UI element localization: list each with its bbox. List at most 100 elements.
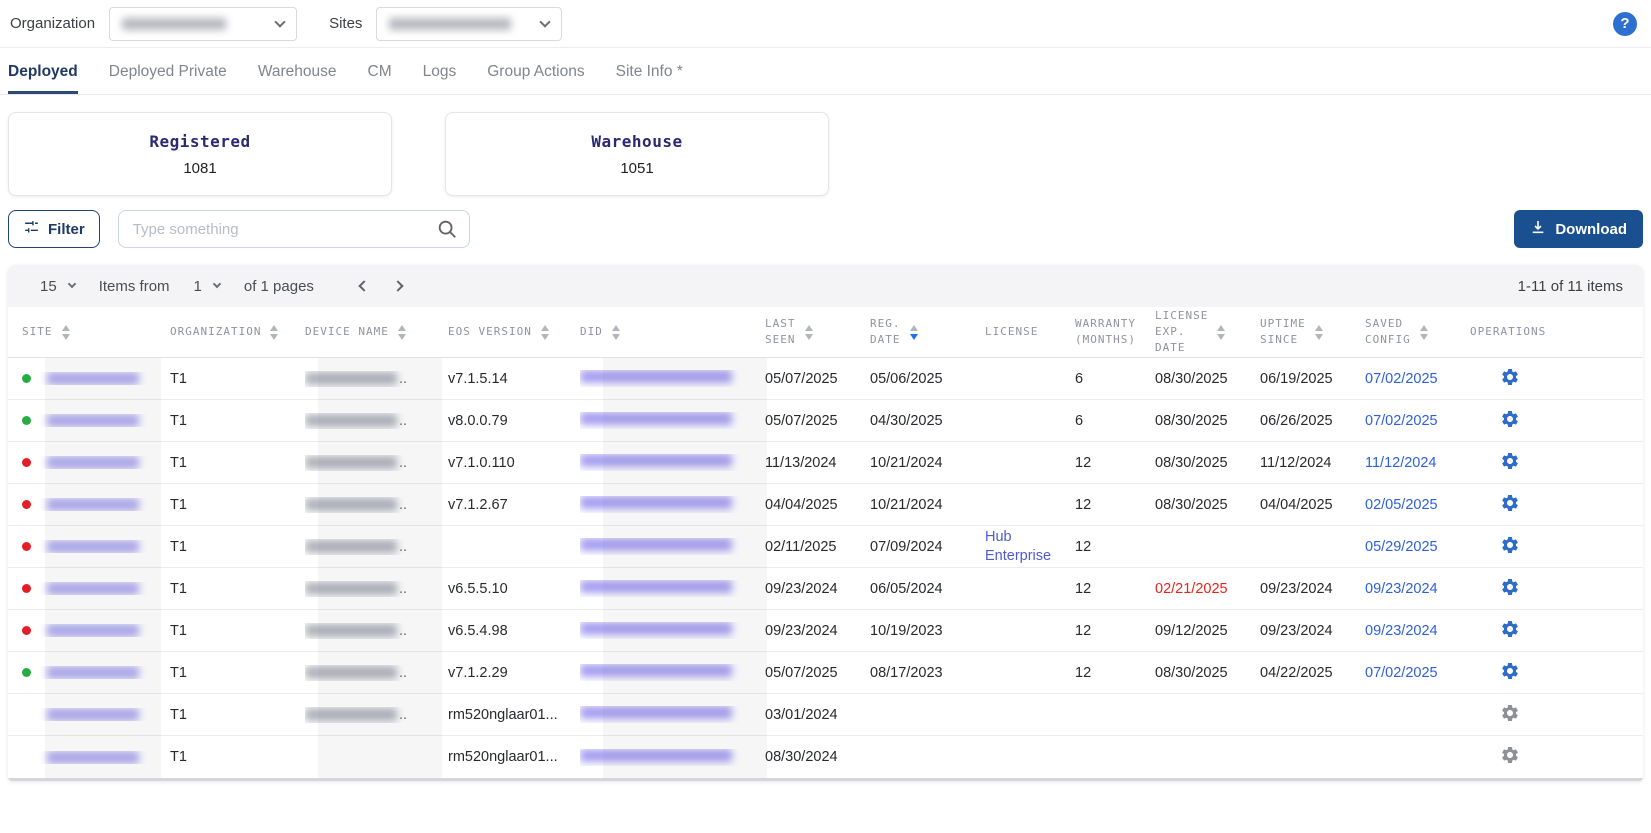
status-dot-green <box>22 374 31 383</box>
site-link-redacted[interactable] <box>47 372 139 385</box>
saved-config-link[interactable]: 11/12/2024 <box>1365 455 1437 471</box>
settings-gear-icon[interactable] <box>1500 451 1520 471</box>
settings-gear-icon[interactable] <box>1500 619 1520 639</box>
cell-eos-version: rm520nglaar01... <box>448 707 580 723</box>
site-link-redacted[interactable] <box>47 456 139 469</box>
column-header-eos[interactable]: EOS VERSION <box>448 324 580 340</box>
sort-asc-icon <box>1420 325 1428 331</box>
site-link-redacted[interactable] <box>47 666 139 679</box>
did-link-redacted[interactable] <box>580 706 732 719</box>
column-header-label: REG. DATE <box>870 316 901 348</box>
site-link-redacted[interactable] <box>47 540 139 553</box>
cell-organization: T1 <box>170 665 305 681</box>
column-header-did[interactable]: DID <box>580 324 765 340</box>
did-link-redacted[interactable] <box>580 412 732 425</box>
saved-config-link[interactable]: 05/29/2025 <box>1365 539 1438 555</box>
saved-config-link[interactable]: 02/05/2025 <box>1365 497 1438 513</box>
prev-page-button[interactable] <box>360 282 368 290</box>
sort-arrows-icon[interactable] <box>62 325 70 340</box>
status-dot-green <box>22 668 31 677</box>
column-header-saved-config[interactable]: SAVED CONFIG <box>1365 316 1470 348</box>
table-row: T1..v6.5.5.1009/23/202406/05/20241202/21… <box>8 568 1643 610</box>
search-input[interactable] <box>118 210 470 248</box>
help-icon[interactable]: ? <box>1613 12 1637 36</box>
did-link-redacted[interactable] <box>580 622 732 635</box>
sort-arrows-icon[interactable] <box>805 325 813 340</box>
cell-saved-config: 07/02/2025 <box>1365 371 1470 387</box>
column-header-uptime-since[interactable]: UPTIME SINCE <box>1260 316 1365 348</box>
organization-select[interactable] <box>109 7 297 41</box>
column-header-org[interactable]: ORGANIZATION <box>170 324 305 340</box>
settings-gear-icon[interactable] <box>1500 493 1520 513</box>
sort-arrows-icon[interactable] <box>541 325 549 340</box>
did-link-redacted[interactable] <box>580 454 732 467</box>
sites-select[interactable] <box>376 7 562 41</box>
tab-site-info[interactable]: Site Info * <box>616 51 683 94</box>
tab-deployed[interactable]: Deployed <box>8 51 78 94</box>
cell-site <box>22 582 170 595</box>
sort-arrows-icon[interactable] <box>1217 325 1225 340</box>
page-select[interactable]: 1 <box>194 278 220 295</box>
did-link-redacted[interactable] <box>580 749 732 762</box>
saved-config-link[interactable]: 09/23/2024 <box>1365 581 1438 597</box>
cell-license: Hub Enterprise <box>985 528 1075 564</box>
download-button[interactable]: Download <box>1514 210 1643 248</box>
column-header-site[interactable]: SITE <box>22 324 170 340</box>
column-header-label: WARRANTY (MONTHS) <box>1075 316 1136 348</box>
settings-gear-icon[interactable] <box>1500 367 1520 387</box>
cell-last-seen: 09/23/2024 <box>765 623 870 639</box>
site-link-redacted[interactable] <box>47 414 139 427</box>
settings-gear-icon[interactable] <box>1500 409 1520 429</box>
tab-warehouse[interactable]: Warehouse <box>258 51 337 94</box>
table-row: T1..v7.1.2.2905/07/202508/17/20231208/30… <box>8 652 1643 694</box>
settings-gear-icon[interactable] <box>1500 745 1520 765</box>
site-link-redacted[interactable] <box>47 624 139 637</box>
site-link-redacted[interactable] <box>47 582 139 595</box>
column-header-reg-date[interactable]: REG. DATE <box>870 316 985 348</box>
settings-gear-icon[interactable] <box>1500 577 1520 597</box>
did-link-redacted[interactable] <box>580 370 732 383</box>
column-header-label: ORGANIZATION <box>170 324 261 340</box>
did-link-redacted[interactable] <box>580 664 732 677</box>
tab-deployed-private[interactable]: Deployed Private <box>109 51 227 94</box>
column-header-device[interactable]: DEVICE NAME <box>305 324 448 340</box>
sort-arrows-icon[interactable] <box>270 325 278 340</box>
site-link-redacted[interactable] <box>47 708 139 721</box>
summary-cards: Registered1081Warehouse1051 <box>8 112 1643 196</box>
settings-gear-icon[interactable] <box>1500 703 1520 723</box>
of-pages-label: of 1 pages <box>244 278 314 295</box>
cell-saved-config: 07/02/2025 <box>1365 665 1470 681</box>
filter-button[interactable]: Filter <box>8 210 100 248</box>
sort-arrows-icon[interactable] <box>398 325 406 340</box>
column-header-license-exp[interactable]: LICENSE EXP. DATE <box>1155 308 1260 356</box>
tab-logs[interactable]: Logs <box>423 51 457 94</box>
saved-config-link[interactable]: 07/02/2025 <box>1365 371 1438 387</box>
settings-gear-icon[interactable] <box>1500 661 1520 681</box>
did-link-redacted[interactable] <box>580 496 732 509</box>
sort-arrows-icon[interactable] <box>1315 325 1323 340</box>
cell-license-exp-date: 08/30/2025 <box>1155 665 1260 681</box>
saved-config-link[interactable]: 07/02/2025 <box>1365 665 1438 681</box>
sort-arrows-icon[interactable] <box>1420 325 1428 340</box>
did-link-redacted[interactable] <box>580 580 732 593</box>
page-size-select[interactable]: 15 <box>40 278 75 295</box>
saved-config-link[interactable]: 07/02/2025 <box>1365 413 1438 429</box>
site-link-redacted[interactable] <box>47 498 139 511</box>
column-header-last-seen[interactable]: LAST SEEN <box>765 316 870 348</box>
tab-cm[interactable]: CM <box>368 51 392 94</box>
license-link[interactable]: Hub Enterprise <box>985 528 1067 564</box>
search-icon[interactable] <box>436 218 458 245</box>
cell-warranty-months: 12 <box>1075 497 1155 513</box>
saved-config-link[interactable]: 09/23/2024 <box>1365 623 1438 639</box>
cell-last-seen: 08/30/2024 <box>765 749 870 765</box>
summary-card-registered: Registered1081 <box>8 112 392 196</box>
next-page-button[interactable] <box>394 282 402 290</box>
site-link-redacted[interactable] <box>47 751 139 764</box>
cell-site <box>22 498 170 511</box>
did-link-redacted[interactable] <box>580 538 732 551</box>
sort-arrows-icon[interactable] <box>910 325 918 340</box>
table-row: T1..v7.1.5.1405/07/202505/06/2025608/30/… <box>8 358 1643 400</box>
settings-gear-icon[interactable] <box>1500 535 1520 555</box>
sort-arrows-icon[interactable] <box>612 325 620 340</box>
tab-group-actions[interactable]: Group Actions <box>487 51 584 94</box>
